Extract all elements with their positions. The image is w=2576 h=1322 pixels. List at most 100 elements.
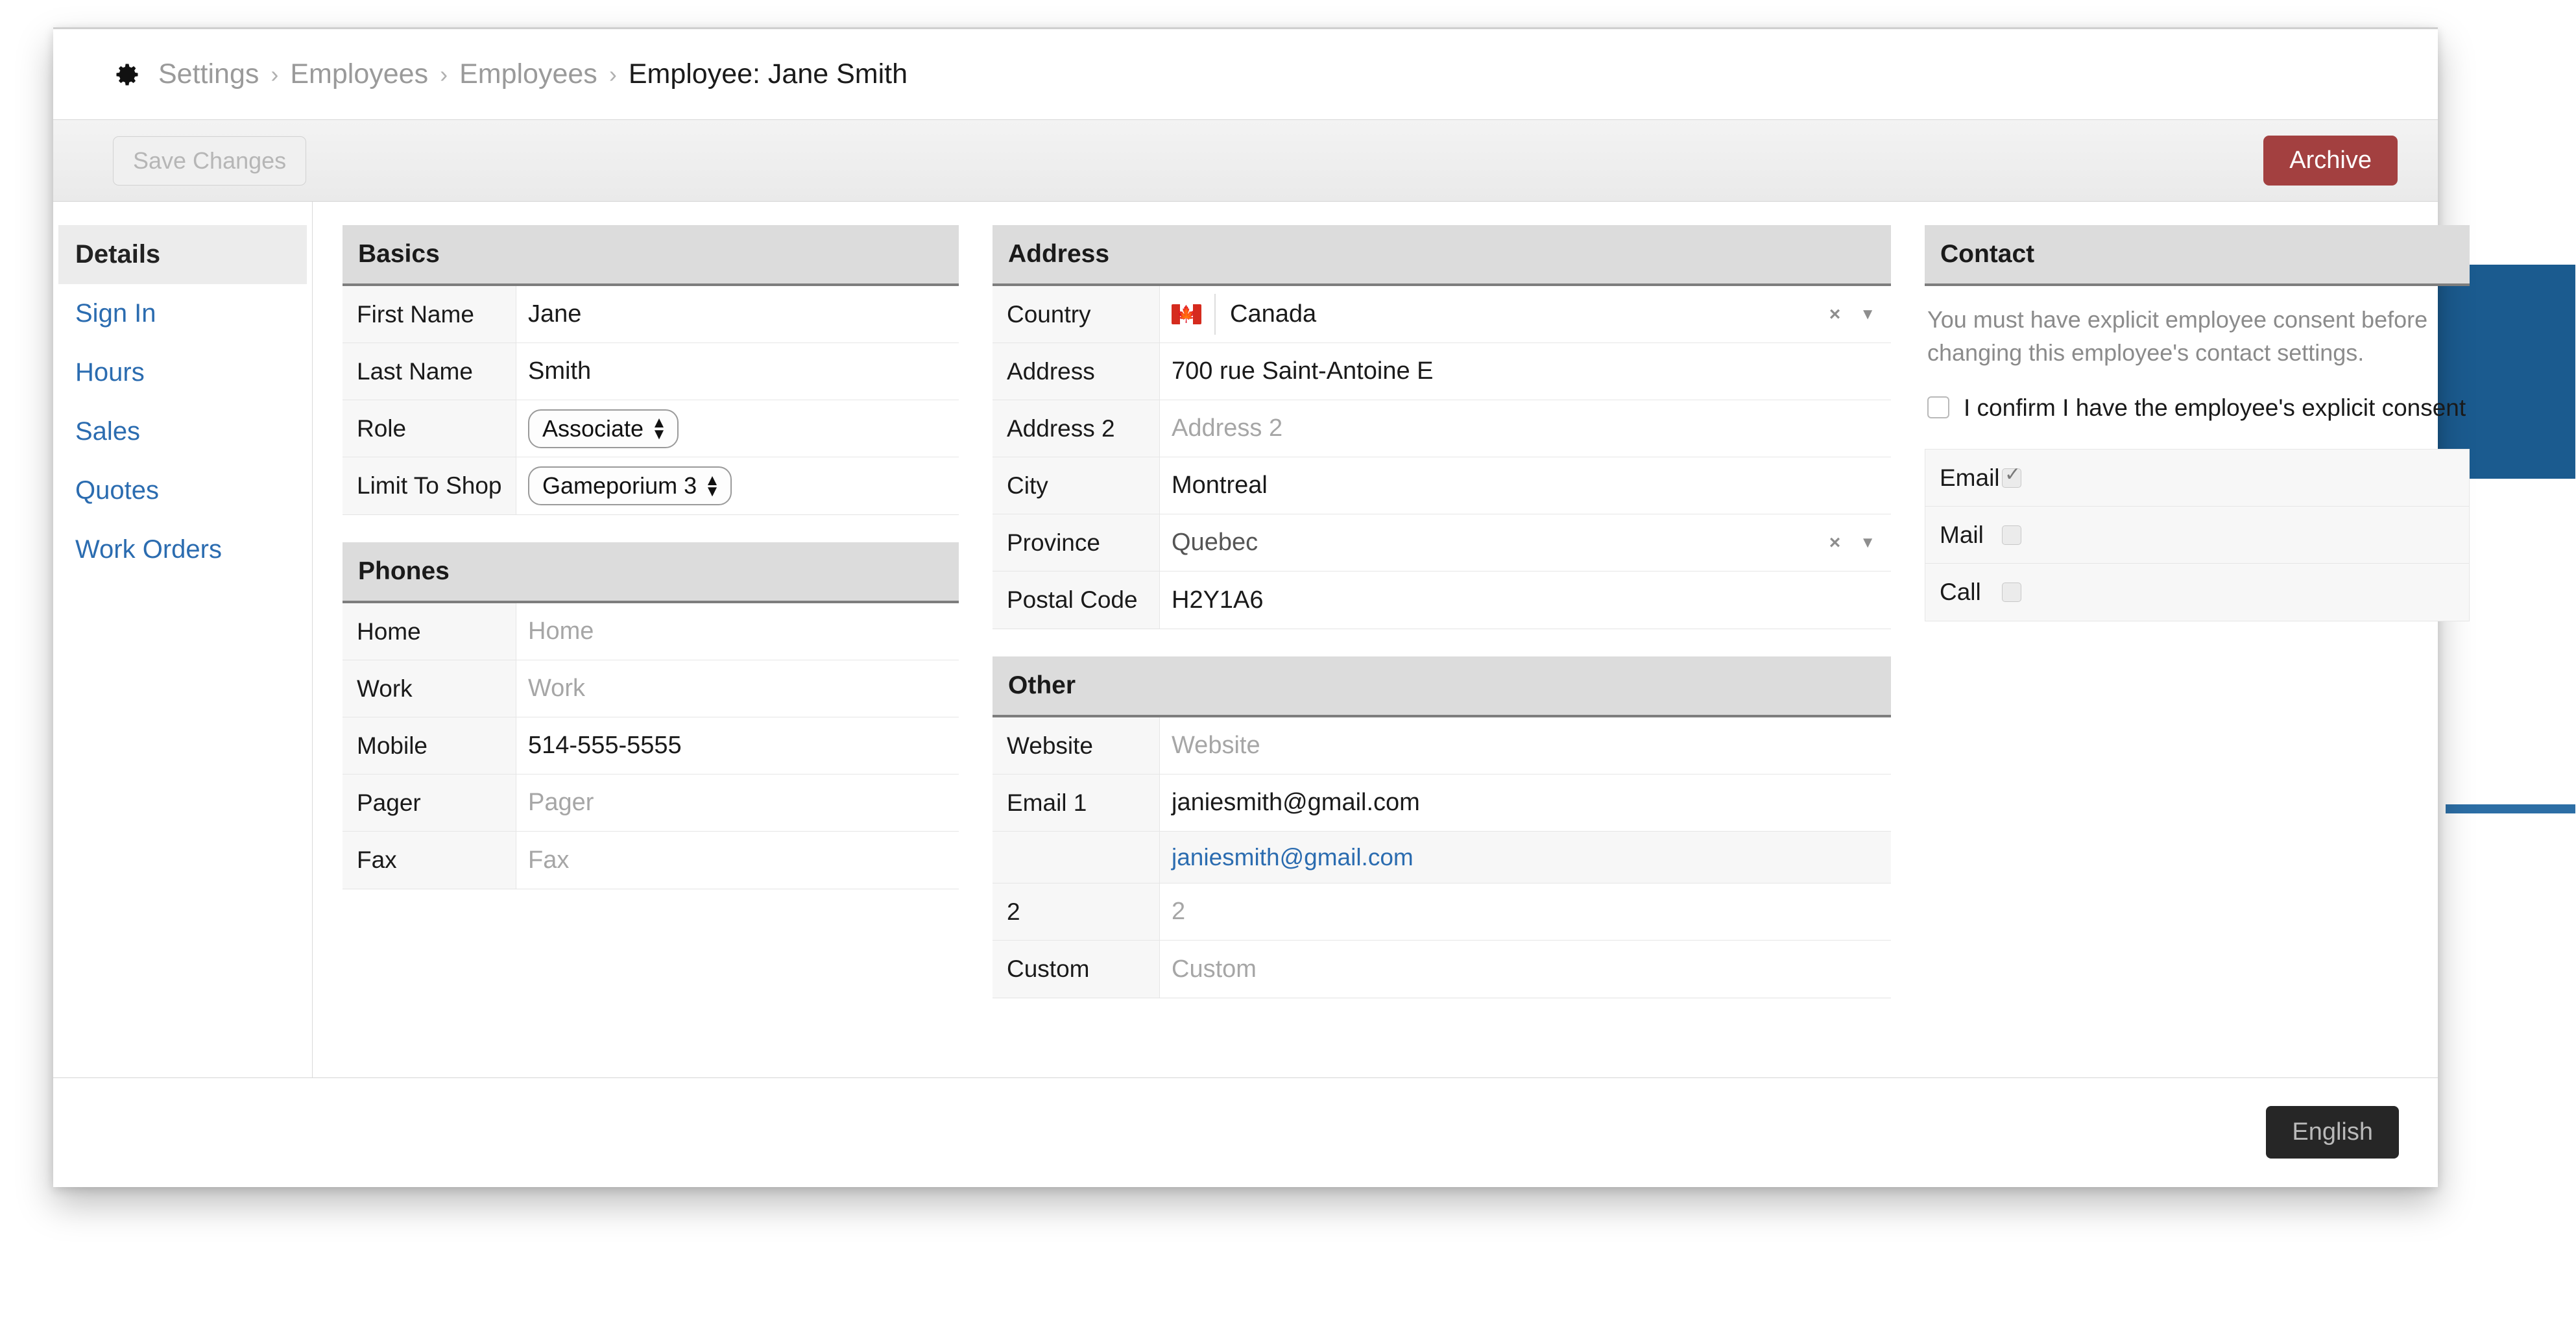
checkbox-channel-email[interactable] (2002, 463, 2021, 488)
input-address1[interactable]: 700 rue Saint-Antoine E (1160, 343, 1891, 400)
input-first-name[interactable]: Jane (516, 286, 959, 343)
input-phone-fax[interactable]: Fax (516, 832, 959, 889)
field-row-phone-home: Home Home (343, 603, 959, 660)
input-phone-work[interactable]: Work (516, 660, 959, 717)
select-province-value: Quebec (1172, 529, 1258, 556)
sidebar-item-details[interactable]: Details (58, 225, 307, 284)
panel-body-basics: First Name Jane Last Name Smith Role Ass… (343, 286, 959, 515)
field-row-phone-work: Work Work (343, 660, 959, 717)
panel-title-contact: Contact (1925, 225, 2470, 286)
label-email1: Email 1 (993, 775, 1160, 831)
breadcrumb-item-settings[interactable]: Settings (158, 58, 259, 90)
sidebar-item-quotes[interactable]: Quotes (58, 461, 307, 520)
input-address2[interactable]: Address 2 (1160, 400, 1891, 457)
sidebar-item-hours[interactable]: Hours (58, 343, 307, 402)
breadcrumb-item-employees-2[interactable]: Employees (459, 58, 597, 90)
input-city[interactable]: Montreal (1160, 457, 1891, 514)
label-channel-email: Email (1940, 464, 2000, 491)
label-custom: Custom (993, 941, 1160, 998)
field-row-phone-fax: Fax Fax (343, 832, 959, 889)
label-limit-to-shop: Limit To Shop (343, 457, 516, 514)
label-channel-mail: Mail (1940, 521, 1984, 548)
label-postal-code: Postal Code (993, 571, 1160, 629)
contact-channels-table: Email Mail Call (1925, 449, 2470, 622)
breadcrumb-separator: › (440, 60, 448, 88)
email-mailto-link[interactable]: janiesmith@gmail.com (1172, 844, 1414, 871)
label-channel-call: Call (1940, 579, 1981, 606)
page-body: Details Sign In Hours Sales Quotes Work … (53, 202, 2470, 1077)
sidebar-item-sign-in[interactable]: Sign In (58, 284, 307, 343)
clear-icon[interactable]: × (1829, 304, 1841, 326)
panel-other: Other Website Website Email 1 janiesmith… (993, 656, 1891, 998)
select-limit-to-shop-value: Gameporium 3 (542, 472, 697, 499)
label-address2: Address 2 (993, 400, 1160, 457)
input-custom[interactable]: Custom (1160, 941, 1891, 998)
contact-channel-row-mail: Mail (1925, 507, 2469, 564)
select-country[interactable]: 🍁 Canada × ▼ (1160, 286, 1891, 343)
checkbox-channel-call[interactable] (2002, 583, 2021, 603)
country-controls: × ▼ (1829, 286, 1875, 343)
label-phone-work: Work (343, 660, 516, 717)
employee-settings-window: Settings › Employees › Employees › Emplo… (53, 27, 2470, 1187)
input-phone-mobile[interactable]: 514-555-5555 (516, 717, 959, 774)
field-row-address2: Address 2 Address 2 (993, 400, 1891, 457)
chevron-down-icon[interactable]: ▼ (1860, 534, 1875, 552)
select-role[interactable]: Associate ▲ ▼ (528, 409, 679, 448)
chevron-updown-icon: ▲ ▼ (704, 471, 720, 500)
label-phone-pager: Pager (343, 775, 516, 831)
column-basics: Basics First Name Jane Last Name Smith R… (343, 225, 959, 1077)
label-website: Website (993, 717, 1160, 774)
field-row-province: Province Quebec × ▼ (993, 514, 1891, 571)
input-email1[interactable]: janiesmith@gmail.com (1160, 775, 1891, 831)
consent-confirm-row[interactable]: I confirm I have the employee's explicit… (1925, 389, 2470, 449)
language-badge[interactable]: English (2266, 1106, 2399, 1159)
input-email2[interactable]: 2 (1160, 883, 1891, 940)
field-divider (1214, 294, 1216, 335)
breadcrumb-item-current-employee: Employee: Jane Smith (628, 58, 908, 90)
input-last-name[interactable]: Smith (516, 343, 959, 400)
panel-title-other: Other (993, 656, 1891, 717)
consent-checkbox-label: I confirm I have the employee's explicit… (1964, 394, 2466, 422)
desktop-backdrop: Settings › Employees › Employees › Emplo… (0, 0, 2576, 1322)
field-row-city: City Montreal (993, 457, 1891, 514)
field-row-limit-to-shop: Limit To Shop Gameporium 3 ▲ ▼ (343, 457, 959, 514)
field-row-email1: Email 1 janiesmith@gmail.com (993, 775, 1891, 832)
label-role: Role (343, 400, 516, 457)
gear-icon[interactable] (113, 60, 141, 89)
sub-row-field: janiesmith@gmail.com (1160, 832, 1891, 883)
panel-title-basics: Basics (343, 225, 959, 286)
field-cell-limit-to-shop: Gameporium 3 ▲ ▼ (516, 457, 959, 514)
archive-button[interactable]: Archive (2263, 136, 2398, 186)
panel-body-other: Website Website Email 1 janiesmith@gmail… (993, 717, 1891, 998)
panel-title-address: Address (993, 225, 1891, 286)
field-row-website: Website Website (993, 717, 1891, 775)
consent-checkbox[interactable] (1927, 396, 1949, 419)
field-row-postal-code: Postal Code H2Y1A6 (993, 571, 1891, 629)
field-cell-role: Associate ▲ ▼ (516, 400, 959, 457)
select-role-value: Associate (542, 415, 644, 442)
label-phone-fax: Fax (343, 832, 516, 889)
select-limit-to-shop[interactable]: Gameporium 3 ▲ ▼ (528, 466, 732, 505)
clear-icon[interactable]: × (1829, 532, 1841, 554)
sidebar-item-sales[interactable]: Sales (58, 402, 307, 461)
panel-address: Address Country 🍁 Canada × ▼ Address 700… (993, 225, 1891, 629)
field-row-role: Role Associate ▲ ▼ (343, 400, 959, 457)
chevron-down-icon[interactable]: ▼ (1860, 306, 1875, 324)
input-website[interactable]: Website (1160, 717, 1891, 774)
input-phone-pager[interactable]: Pager (516, 775, 959, 831)
field-row-email1-link: janiesmith@gmail.com (993, 832, 1891, 883)
input-phone-home[interactable]: Home (516, 603, 959, 660)
save-changes-button[interactable]: Save Changes (113, 136, 307, 186)
input-postal-code[interactable]: H2Y1A6 (1160, 571, 1891, 629)
label-city: City (993, 457, 1160, 514)
select-province[interactable]: Quebec × ▼ (1160, 514, 1891, 571)
panel-contact: Contact You must have explicit employee … (1925, 225, 2470, 622)
sidebar-item-work-orders[interactable]: Work Orders (58, 520, 307, 579)
province-controls: × ▼ (1829, 514, 1875, 571)
field-row-email2: 2 2 (993, 883, 1891, 941)
checkbox-channel-mail[interactable] (2002, 525, 2021, 545)
contact-channel-row-call: Call (1925, 564, 2469, 621)
breadcrumb-item-employees[interactable]: Employees (290, 58, 428, 90)
label-province: Province (993, 514, 1160, 571)
window-footer: English (53, 1077, 2438, 1186)
